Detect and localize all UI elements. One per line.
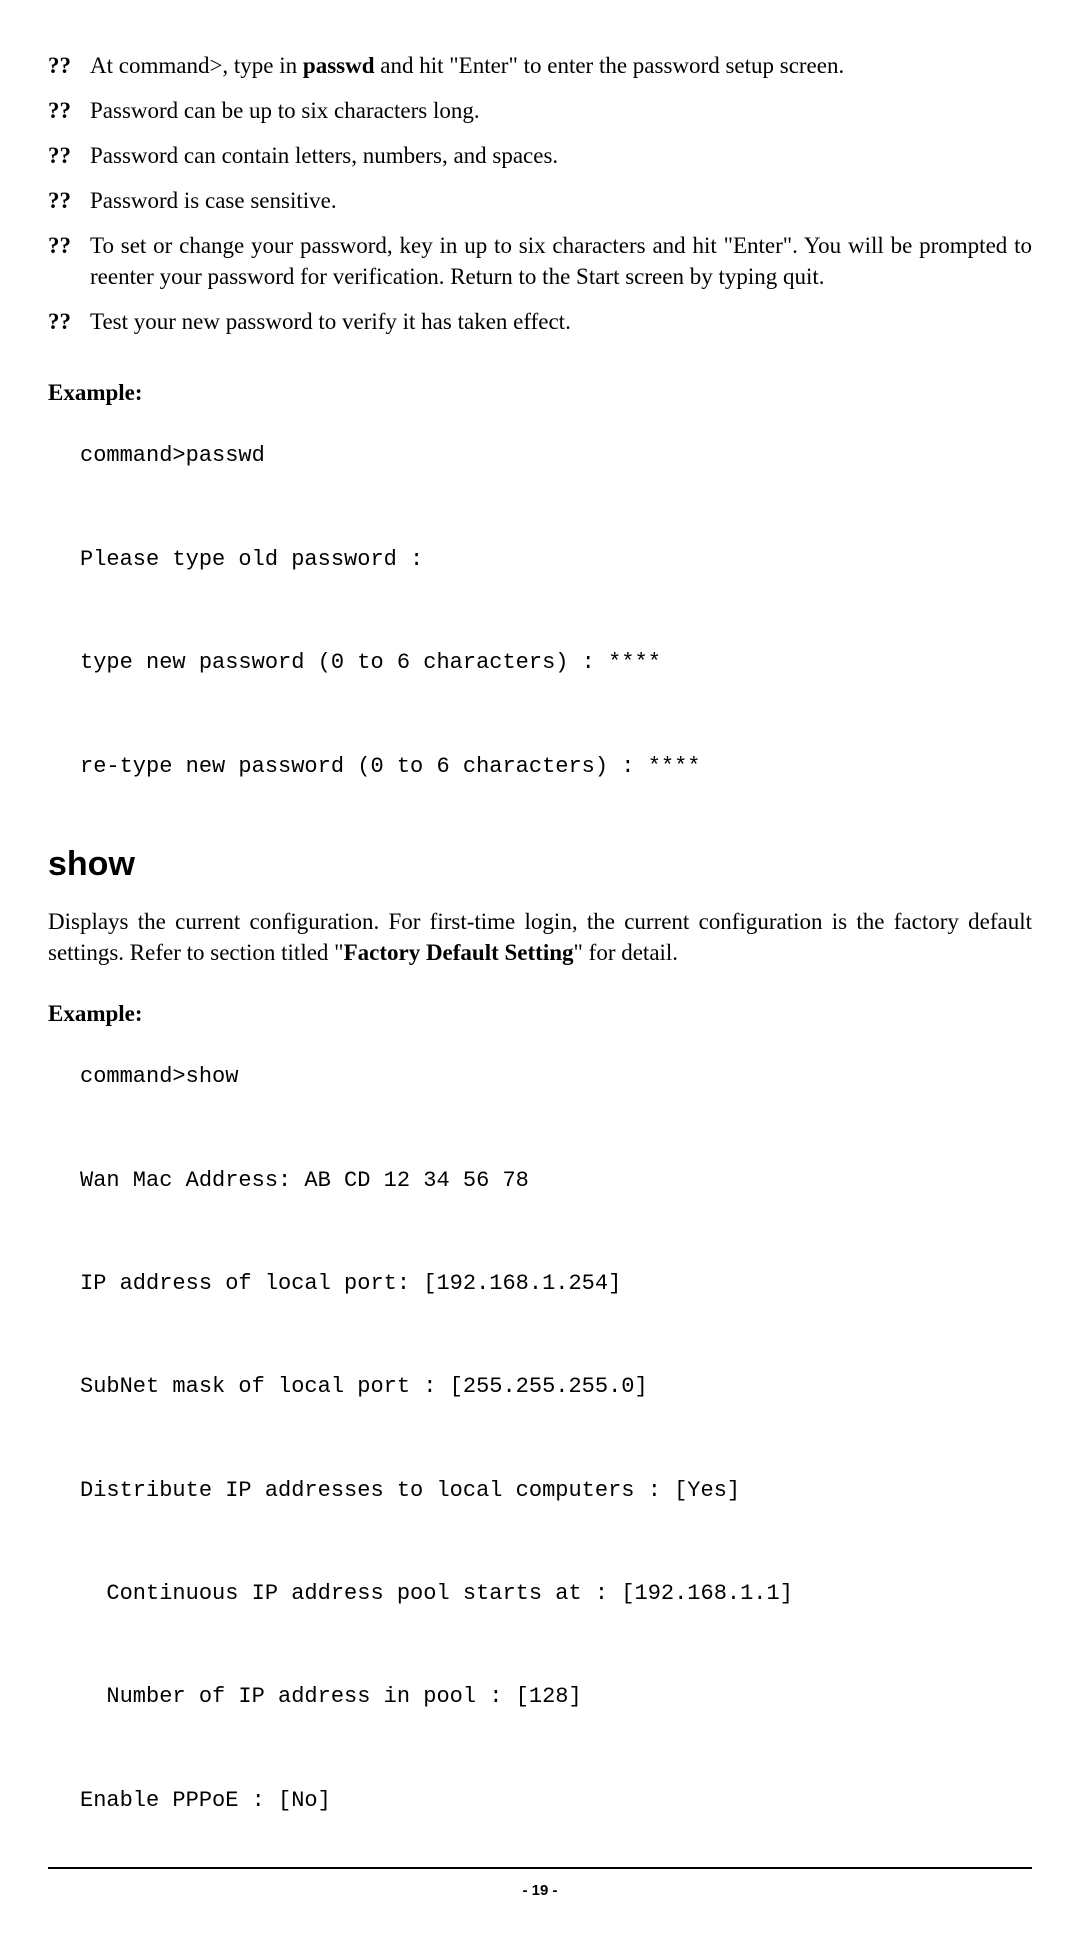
- example-label-2: Example:: [48, 998, 1032, 1029]
- bullet-list: ??At command>, type in passwd and hit "E…: [48, 50, 1032, 337]
- page-number: - 19 -: [48, 1881, 1032, 1901]
- bullet-text-pre: Password can contain letters, numbers, a…: [90, 143, 558, 168]
- bullet-marker: ??: [48, 185, 90, 216]
- bullet-marker: ??: [48, 230, 90, 292]
- bullet-item: ??Password is case sensitive.: [48, 185, 1032, 216]
- footer-rule: [48, 1867, 1032, 1869]
- bullet-item: ??To set or change your password, key in…: [48, 230, 1032, 292]
- bullet-text: Test your new password to verify it has …: [90, 306, 571, 337]
- bullet-marker: ??: [48, 50, 90, 81]
- example1-code: command>passwd Please type old password …: [80, 430, 1032, 792]
- show-para-post: " for detail.: [574, 940, 679, 965]
- bullet-text-pre: Test your new password to verify it has …: [90, 309, 571, 334]
- bullet-text-pre: To set or change your password, key in u…: [90, 233, 1032, 289]
- bullet-text: At command>, type in passwd and hit "Ent…: [90, 50, 844, 81]
- bullet-item: ??Password can be up to six characters l…: [48, 95, 1032, 126]
- bullet-text-pre: Password can be up to six characters lon…: [90, 98, 480, 123]
- bullet-text-pre: At command>, type in: [90, 53, 303, 78]
- bullet-text: Password can be up to six characters lon…: [90, 95, 480, 126]
- bullet-text: Password can contain letters, numbers, a…: [90, 140, 558, 171]
- section-heading-show: show: [48, 842, 1032, 888]
- example-label-1: Example:: [48, 377, 1032, 408]
- bullet-text-bold: passwd: [303, 53, 375, 78]
- bullet-marker: ??: [48, 95, 90, 126]
- bullet-marker: ??: [48, 306, 90, 337]
- bullet-item: ??At command>, type in passwd and hit "E…: [48, 50, 1032, 81]
- bullet-text-post: and hit "Enter" to enter the password se…: [375, 53, 845, 78]
- bullet-marker: ??: [48, 140, 90, 171]
- show-description: Displays the current configuration. For …: [48, 906, 1032, 968]
- bullet-text: To set or change your password, key in u…: [90, 230, 1032, 292]
- bullet-item: ??Test your new password to verify it ha…: [48, 306, 1032, 337]
- bullet-item: ??Password can contain letters, numbers,…: [48, 140, 1032, 171]
- show-para-bold: Factory Default Setting: [344, 940, 574, 965]
- bullet-text-pre: Password is case sensitive.: [90, 188, 337, 213]
- bullet-text: Password is case sensitive.: [90, 185, 337, 216]
- example2-code: command>show Wan Mac Address: AB CD 12 3…: [80, 1051, 1032, 1826]
